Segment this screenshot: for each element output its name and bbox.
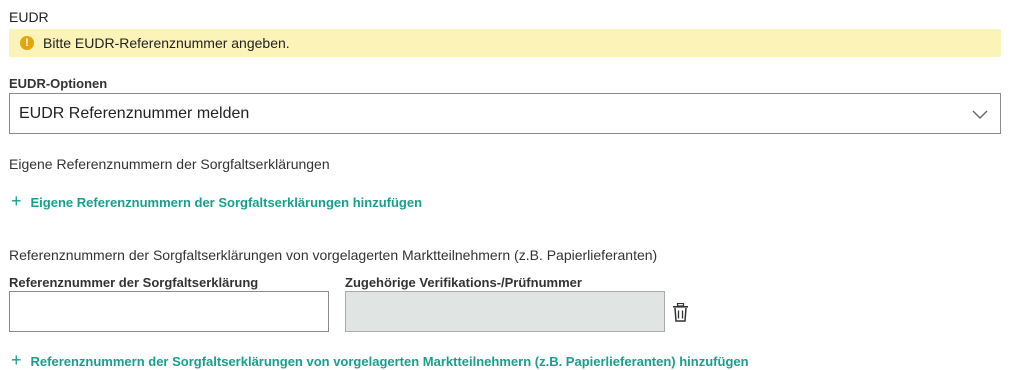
verification-number-column-label: Zugehörige Verifikations-/Prüfnummer — [345, 275, 582, 290]
section-title: EUDR — [9, 9, 49, 25]
add-own-refs-link[interactable]: + Eigene Referenznummern der Sorgfaltser… — [11, 191, 423, 211]
verification-number-input — [345, 291, 665, 332]
warning-text: Bitte EUDR-Referenznummer angeben. — [43, 35, 290, 51]
add-upstream-refs-label: Referenznummern der Sorgfaltserklärungen… — [30, 353, 749, 369]
trash-icon[interactable] — [672, 303, 689, 322]
eudr-options-value: EUDR Referenznummer melden — [19, 104, 250, 122]
plus-icon: + — [11, 191, 22, 211]
plus-icon: + — [11, 350, 22, 370]
warning-banner: ! Bitte EUDR-Referenznummer angeben. — [9, 29, 1001, 57]
eudr-options-label: EUDR-Optionen — [9, 76, 108, 91]
own-refs-label: Eigene Referenznummern der Sorgfaltserkl… — [9, 156, 330, 172]
warning-circle-icon: ! — [20, 36, 34, 50]
upstream-refs-label: Referenznummern der Sorgfaltserklärungen… — [9, 247, 658, 263]
ref-number-input[interactable] — [9, 291, 329, 332]
eudr-options-select[interactable]: EUDR Referenznummer melden — [9, 93, 1001, 134]
add-own-refs-label: Eigene Referenznummern der Sorgfaltserkl… — [30, 194, 423, 210]
chevron-down-icon — [972, 110, 988, 119]
ref-number-column-label: Referenznummer der Sorgfaltserklärung — [9, 275, 259, 290]
add-upstream-refs-link[interactable]: + Referenznummern der Sorgfaltserklärung… — [11, 350, 749, 370]
